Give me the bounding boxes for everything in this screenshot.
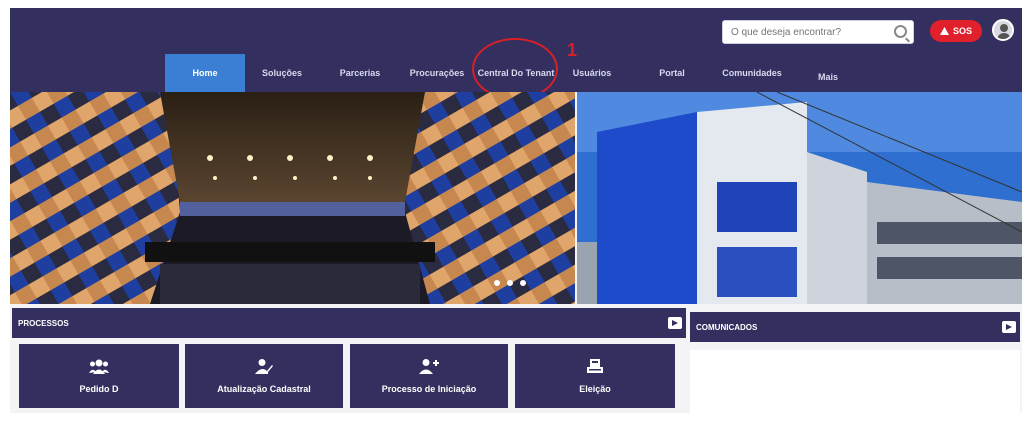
- user-avatar[interactable]: [992, 19, 1014, 41]
- comunicados-title: COMUNICADOS: [696, 322, 758, 332]
- card-label: Atualização Cadastral: [217, 384, 311, 394]
- nav-comunidades[interactable]: Comunidades: [708, 54, 796, 92]
- processos-toggle-button[interactable]: [668, 317, 682, 329]
- user-plus-icon: [419, 359, 439, 374]
- nav-label: Usuários: [572, 68, 612, 78]
- card-processo-de-iniciacao[interactable]: Processo de Iniciação: [350, 344, 508, 408]
- card-label: Pedido D: [79, 384, 119, 394]
- nav-solucoes[interactable]: Soluções: [250, 54, 314, 92]
- sos-label: SOS: [952, 26, 972, 36]
- comunicados-toggle-button[interactable]: [1002, 321, 1016, 333]
- nav-home[interactable]: Home: [165, 54, 245, 92]
- annotation-number: 1: [567, 40, 578, 60]
- comunicados-body: [690, 350, 1020, 414]
- nav-portal[interactable]: Portal: [640, 54, 704, 92]
- hero-image-building: [577, 92, 1022, 304]
- nav-label: Procurações: [409, 68, 465, 78]
- user-edit-icon: [255, 359, 273, 374]
- card-label: Processo de Iniciação: [381, 384, 477, 394]
- nav-label: Portal: [659, 68, 685, 78]
- annotation-circle: [472, 38, 558, 100]
- app-frame: SOS Home Soluções Parcerias Procurações …: [10, 8, 1022, 414]
- building-illustration: [577, 92, 1022, 304]
- nav-label: Mais: [817, 72, 838, 82]
- search-icon[interactable]: [894, 25, 907, 38]
- carousel-dot[interactable]: [520, 280, 526, 286]
- nav-label: Soluções: [261, 68, 302, 78]
- search-input[interactable]: [723, 21, 891, 43]
- nav-label: Parcerias: [339, 68, 381, 78]
- card-eleicao[interactable]: Eleição: [515, 344, 675, 408]
- carousel-dot[interactable]: [494, 280, 500, 286]
- warning-icon: [939, 27, 949, 35]
- ballot-icon: [587, 359, 603, 373]
- hero-image-auditorium: [10, 92, 575, 304]
- nav-label: Comunidades: [722, 68, 782, 78]
- card-atualizacao-cadastral[interactable]: Atualização Cadastral: [185, 344, 343, 408]
- carousel-dot[interactable]: [507, 280, 513, 286]
- card-label: Eleição: [579, 384, 611, 394]
- auditorium-illustration: [10, 92, 575, 304]
- nav-mais[interactable]: Mais: [806, 58, 850, 96]
- card-pedido-d[interactable]: Pedido D: [19, 344, 179, 408]
- carousel-dots[interactable]: [494, 280, 526, 286]
- nav-label: Home: [192, 68, 218, 78]
- users-icon: [89, 359, 109, 374]
- sos-button[interactable]: SOS: [930, 20, 982, 42]
- search-box[interactable]: [722, 20, 914, 44]
- nav-procuracoes[interactable]: Procurações: [402, 54, 472, 92]
- site-header: SOS Home Soluções Parcerias Procurações …: [10, 8, 1022, 100]
- nav-parcerias[interactable]: Parcerias: [328, 54, 392, 92]
- comunicados-header: COMUNICADOS: [690, 312, 1020, 342]
- processos-title: PROCESSOS: [18, 318, 69, 328]
- processos-header: PROCESSOS: [12, 308, 686, 338]
